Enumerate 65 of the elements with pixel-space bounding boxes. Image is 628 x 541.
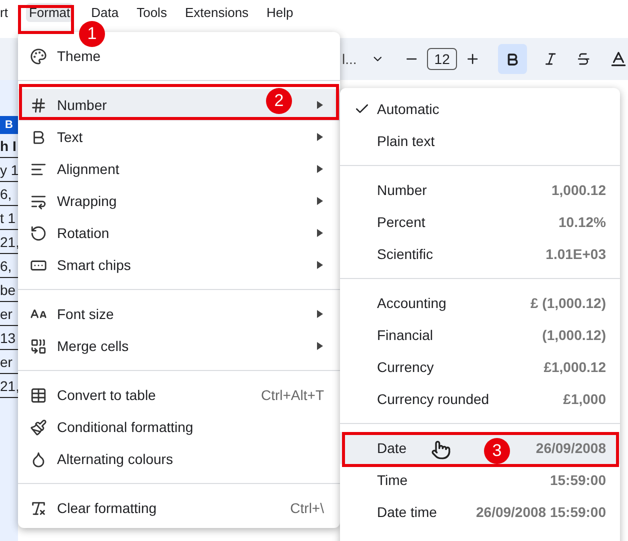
menu-item[interactable]: Merge cells — [18, 330, 340, 362]
menu-item[interactable]: Wrapping — [18, 185, 340, 217]
font-size-field[interactable]: 12 — [427, 48, 457, 70]
format-example: £1,000 — [563, 390, 606, 408]
shortcut-text: Ctrl+\ — [290, 498, 324, 518]
menu-item[interactable]: Time 15:59:00 — [340, 464, 620, 496]
hand-cursor-icon — [431, 440, 451, 460]
column-header[interactable]: B — [0, 116, 18, 134]
menu-item[interactable]: Date time 26/09/2008 15:59:00 — [340, 496, 620, 528]
menu-item[interactable]: Smart chips — [18, 249, 340, 281]
submenu-arrow-icon — [316, 229, 324, 237]
submenu-arrow-icon — [316, 165, 324, 173]
submenu-arrow-icon — [316, 261, 324, 269]
menu-bar-item[interactable]: rt — [0, 2, 8, 22]
menu-item[interactable]: Alternating colours — [18, 443, 340, 475]
menu-item[interactable]: Font size — [18, 298, 340, 330]
clear-format-icon — [30, 500, 47, 516]
submenu-arrow-icon — [316, 342, 324, 350]
merge-icon — [30, 338, 47, 354]
highlight-frame — [18, 5, 74, 34]
submenu-arrow-icon — [316, 197, 324, 205]
submenu-arrow-icon — [316, 310, 324, 318]
format-example: 1.01E+03 — [546, 244, 606, 264]
format-example: 26/09/2008 15:59:00 — [476, 502, 606, 522]
menu-bar-item[interactable]: Tools — [136, 2, 167, 22]
hash-icon — [30, 96, 47, 114]
palette-icon — [30, 48, 47, 64]
menu-item[interactable]: Alignment — [18, 153, 340, 185]
font-dropdown[interactable]: l... — [342, 48, 357, 70]
format-example: 15:59:00 — [550, 470, 606, 490]
format-example: (1,000.12) — [542, 326, 606, 345]
menu-item[interactable]: Accounting £ (1,000.12) — [340, 287, 620, 319]
menu-item[interactable]: Scientific 1.01E+03 — [340, 238, 620, 270]
shortcut-text: Ctrl+Alt+T — [260, 386, 324, 404]
format-example: £ (1,000.12) — [530, 294, 606, 313]
strikethrough-icon[interactable] — [576, 51, 591, 67]
submenu-arrow-icon — [316, 133, 324, 141]
droplet-icon — [30, 450, 47, 468]
menu-bar-item[interactable]: Help — [266, 2, 294, 22]
bold-button[interactable] — [498, 44, 527, 74]
format-example: 1,000.12 — [552, 180, 606, 200]
italic-icon[interactable] — [542, 51, 558, 67]
menu-bar-item[interactable]: Extensions — [184, 2, 249, 22]
menu-item[interactable]: Clear formatting Ctrl+\ — [18, 492, 340, 524]
menu-item[interactable]: Number 1,000.12 — [340, 174, 620, 206]
menu-item[interactable]: Currency £1,000.12 — [340, 351, 620, 383]
submenu-arrow-icon — [316, 101, 324, 109]
menu-item[interactable]: Rotation — [18, 217, 340, 249]
menu-item[interactable]: Conditional formatting — [18, 411, 340, 443]
paintbrush-icon — [30, 418, 47, 436]
menu-item[interactable]: Financial (1,000.12) — [340, 319, 620, 351]
menu-item[interactable]: Convert to table Ctrl+Alt+T — [18, 379, 340, 411]
menu-item[interactable]: Text — [18, 121, 340, 153]
menu-item[interactable]: Percent 10.12% — [340, 206, 620, 238]
rotate-icon — [30, 224, 47, 242]
increase-icon[interactable] — [464, 51, 480, 67]
format-example: £1,000.12 — [544, 358, 606, 376]
menu-item[interactable]: Plain text — [340, 125, 620, 157]
table-icon — [30, 386, 47, 404]
format-example: 26/09/2008 — [536, 438, 606, 458]
menu-bar-item[interactable]: Data — [91, 2, 119, 22]
text-colour-icon[interactable] — [608, 49, 628, 69]
format-example: 10.12% — [558, 212, 606, 232]
menu-item[interactable]: Automatic — [340, 93, 620, 125]
menu-item[interactable]: Currency rounded £1,000 — [340, 383, 620, 415]
